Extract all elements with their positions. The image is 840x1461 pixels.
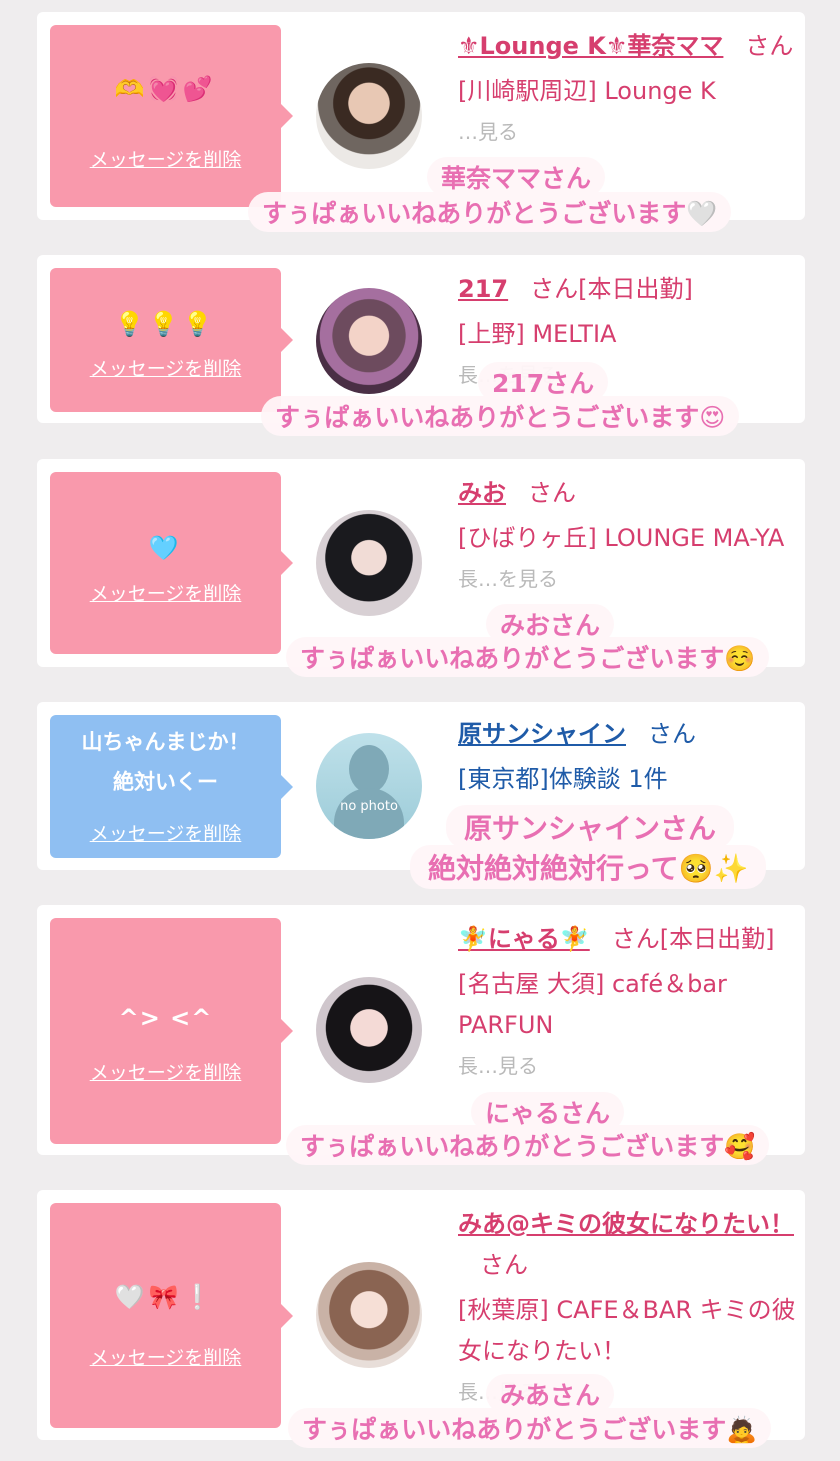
profile-name-link[interactable]: みお [458, 479, 506, 507]
message-card: ^> <^ メッセージを削除 🧚にゃる🧚 さん[本日出勤] [名古屋 大須] ca… [37, 905, 805, 1155]
delete-message-link[interactable]: メッセージを削除 [50, 145, 281, 172]
no-photo-label: no photo [340, 799, 398, 814]
honorific: さん [611, 925, 660, 953]
shop-location: [秋葉原] CAFE＆BAR キミの彼女になりたい！ [458, 1296, 796, 1365]
sticker-message: 絶対絶対絶対行って🥺✨ [410, 845, 767, 889]
honorific: さん [745, 32, 794, 60]
shop-location: [ひばりヶ丘] LOUNGE MA-YA [458, 524, 785, 552]
profile-name-link[interactable]: 原サンシャイン [458, 720, 626, 748]
message-text: 🫶💓💕 [114, 75, 217, 103]
read-more-text[interactable]: 長…見る [458, 1046, 798, 1087]
profile-name-link[interactable]: ⚜Lounge K⚜華奈ママ [458, 32, 723, 60]
message-bubble: 🩵 メッセージを削除 [50, 472, 293, 654]
avatar[interactable] [316, 1262, 422, 1368]
sticker-message: すぅぱぁいいねありがとうございます😍 [261, 396, 740, 436]
delete-message-link[interactable]: メッセージを削除 [50, 819, 281, 846]
message-bubble: 💡💡💡 メッセージを削除 [50, 268, 293, 412]
shop-location: [川崎駅周辺] Lounge K [458, 77, 716, 105]
sticker-message: すぅぱぁいいねありがとうございます🤍 [248, 192, 732, 232]
sticker-message: すぅぱぁいいねありがとうございます☺️ [286, 637, 770, 677]
message-text: 🩵 [148, 534, 183, 562]
status-text: [本日出勤] [578, 275, 693, 303]
sticker-message: すぅぱぁいいねありがとうございます🥰 [286, 1125, 770, 1165]
profile-name-link[interactable]: みあ@キミの彼女になりたい！ [458, 1210, 794, 1238]
message-card: 🤍🎀❕ メッセージを削除 みあ@キミの彼女になりたい！ さん [秋葉原] CAFE… [37, 1190, 805, 1440]
message-bubble: 🫶💓💕 メッセージを削除 [50, 25, 293, 207]
honorific: さん [648, 720, 696, 748]
avatar[interactable] [316, 977, 422, 1083]
delete-message-link[interactable]: メッセージを削除 [50, 354, 281, 381]
status-text: [本日出勤] [659, 925, 775, 953]
message-bubble: 🤍🎀❕ メッセージを削除 [50, 1203, 293, 1428]
shop-location: [上野] MELTIA [458, 320, 617, 348]
delete-message-link[interactable]: メッセージを削除 [50, 1343, 281, 1370]
sticker-name: 原サンシャインさん [446, 805, 735, 849]
honorific: さん [480, 1251, 528, 1279]
avatar[interactable] [316, 510, 422, 616]
profile-name-link[interactable]: 🧚にゃる🧚 [458, 925, 590, 953]
message-text: 💡💡💡 [114, 310, 217, 338]
message-text: 山ちゃんまじか！絶対いくー [81, 730, 250, 794]
message-text: 🤍🎀❕ [114, 1283, 217, 1311]
profile-info: 🧚にゃる🧚 さん[本日出勤] [名古屋 大須] café＆bar PARFUN 長… [458, 919, 798, 1087]
honorific: さん [530, 275, 579, 303]
profile-info: ⚜Lounge K⚜華奈ママ さん [川崎駅周辺] Lounge K …見る [458, 26, 798, 153]
shop-location: [名古屋 大須] café＆bar PARFUN [458, 970, 727, 1039]
profile-name-link[interactable]: 217 [458, 275, 508, 303]
message-card: 🩵 メッセージを削除 みお さん [ひばりヶ丘] LOUNGE MA-YA 長…を… [37, 459, 805, 667]
sticker-message: すぅぱぁいいねありがとうございます🙇 [288, 1408, 772, 1448]
message-bubble: 山ちゃんまじか！絶対いくー メッセージを削除 [50, 715, 293, 858]
avatar[interactable] [316, 63, 422, 169]
message-card: 🫶💓💕 メッセージを削除 ⚜Lounge K⚜華奈ママ さん [川崎駅周辺] Lo… [37, 12, 805, 220]
avatar[interactable]: no photo [316, 733, 422, 839]
message-text: ^> <^ [118, 1004, 213, 1032]
silhouette-icon [349, 745, 389, 793]
avatar[interactable] [316, 288, 422, 394]
profile-info: 原サンシャイン さん [東京都]体験談 1件 [458, 714, 798, 800]
profile-info: みお さん [ひばりヶ丘] LOUNGE MA-YA 長…を見る [458, 473, 798, 600]
message-bubble: ^> <^ メッセージを削除 [50, 918, 293, 1144]
sticker-name: 華奈ママさん [427, 157, 606, 197]
delete-message-link[interactable]: メッセージを削除 [50, 579, 281, 606]
read-more-text[interactable]: …見る [458, 112, 798, 153]
shop-location: [東京都]体験談 1件 [458, 765, 668, 793]
read-more-text[interactable]: 長…を見る [458, 559, 798, 600]
honorific: さん [528, 479, 576, 507]
delete-message-link[interactable]: メッセージを削除 [50, 1058, 281, 1085]
